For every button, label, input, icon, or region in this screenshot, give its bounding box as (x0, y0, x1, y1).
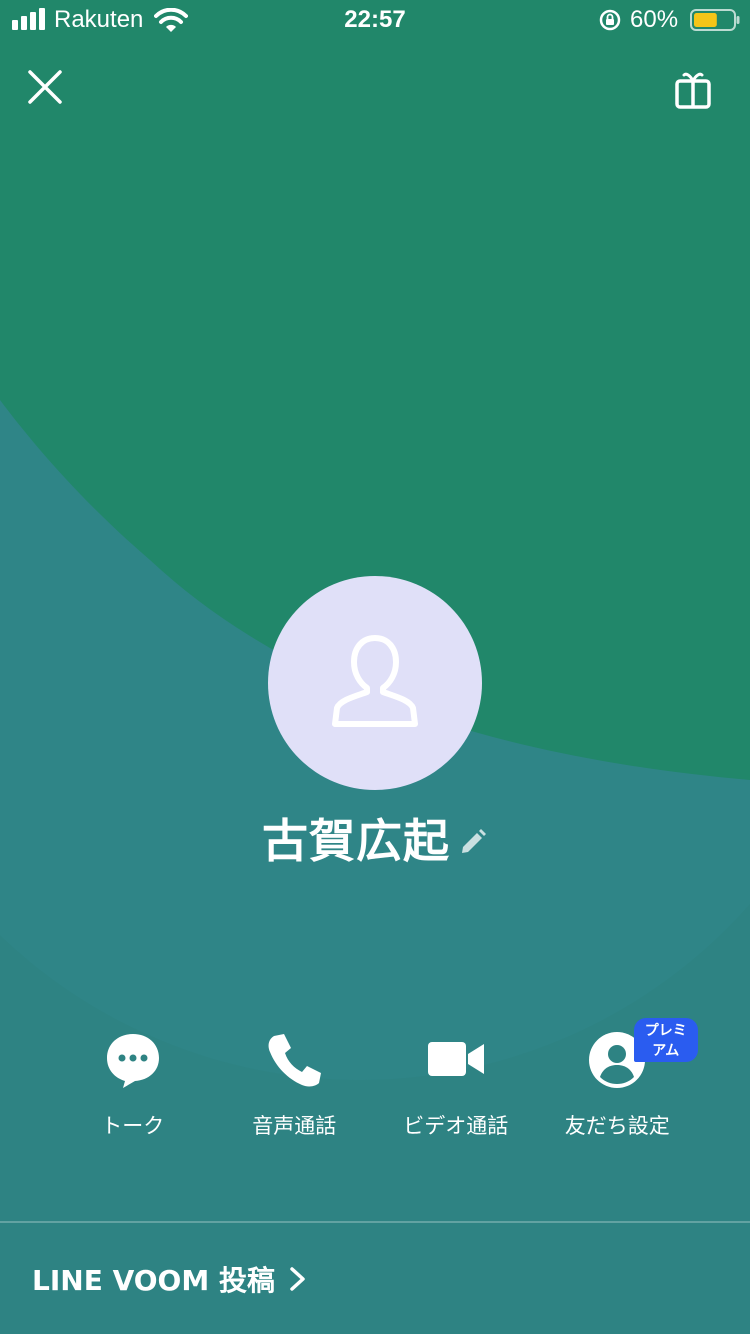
battery-icon (690, 9, 740, 31)
talk-label: トーク (101, 1114, 165, 1138)
profile-avatar[interactable] (268, 576, 482, 790)
chat-bubble-icon (106, 1034, 159, 1088)
friend-settings-label: 友だち設定 (564, 1114, 670, 1138)
profile-name-row: 古賀広起 (0, 806, 750, 870)
talk-button[interactable]: トーク (52, 1026, 214, 1146)
friend-settings-button[interactable]: プレミアム 友だち設定 (537, 1018, 698, 1146)
phone-icon (268, 1034, 322, 1087)
battery-fill (694, 13, 717, 27)
close-icon (28, 70, 62, 104)
video-call-label: ビデオ通話 (403, 1114, 509, 1138)
action-row: トーク 音声通話 ビデオ通話 プレミアム 友だち設定 (52, 1018, 698, 1146)
profile-name: 古賀広起 (262, 814, 450, 868)
pencil-icon[interactable] (458, 827, 488, 857)
status-bar: Rakuten 22:57 60% (0, 0, 750, 40)
battery-percent: 60% (630, 6, 679, 33)
person-outline-icon (332, 635, 418, 727)
close-button[interactable] (18, 60, 72, 114)
divider (0, 1221, 750, 1223)
premium-badge: プレミアム (633, 1018, 698, 1062)
video-camera-icon (427, 1042, 484, 1076)
line-voom-label: LINE VOOM 投稿 (32, 1264, 275, 1297)
voice-call-label: 音声通話 (252, 1114, 337, 1138)
chevron-right-icon (290, 1267, 305, 1291)
voice-call-button[interactable]: 音声通話 (214, 1026, 376, 1146)
orientation-lock-icon (599, 9, 621, 31)
gift-icon (675, 72, 711, 109)
line-voom-posts-link[interactable]: LINE VOOM 投稿 (32, 1256, 309, 1302)
video-call-button[interactable]: ビデオ通話 (375, 1026, 537, 1146)
gift-button[interactable] (666, 62, 720, 116)
